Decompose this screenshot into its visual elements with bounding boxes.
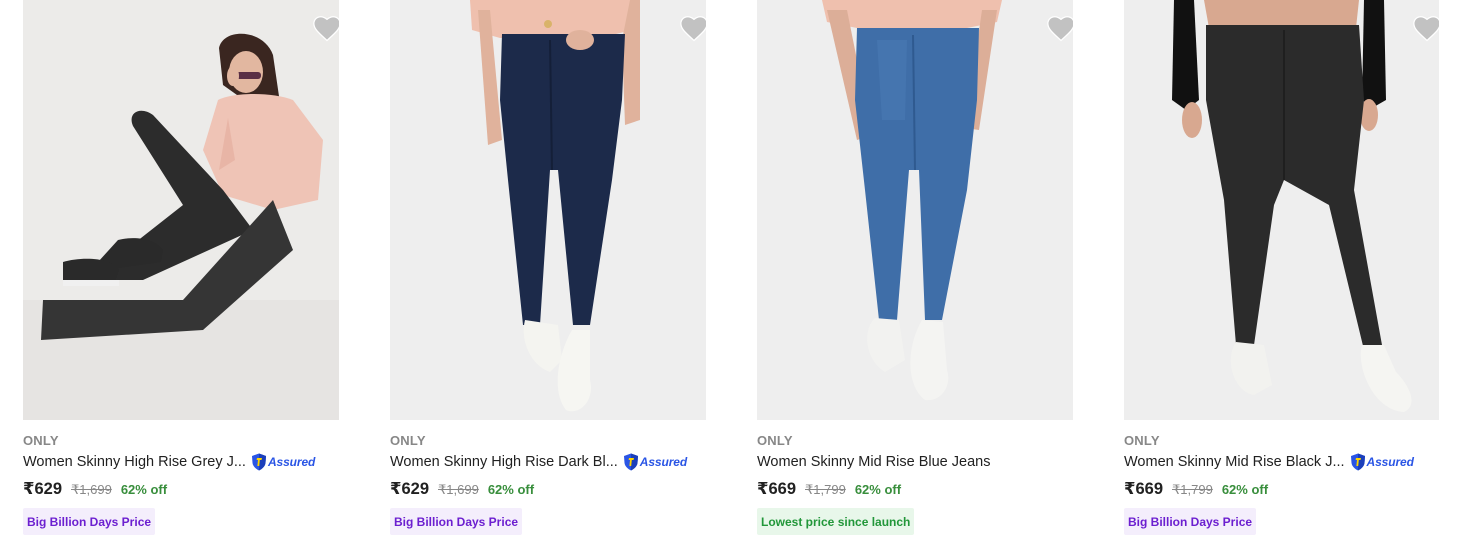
- assured-label: Assured: [639, 455, 688, 469]
- product-title-row[interactable]: Women Skinny Mid Rise Black J... Assured: [1124, 452, 1414, 472]
- product-card[interactable]: ONLY Women Skinny High Rise Dark Bl... A…: [390, 0, 706, 544]
- assured-badge: Assured: [1350, 452, 1414, 472]
- product-card[interactable]: ONLY Women Skinny High Rise Grey J... As…: [23, 0, 339, 544]
- product-title-row[interactable]: Women Skinny High Rise Dark Bl... Assure…: [390, 452, 687, 472]
- selling-price: ₹669: [1124, 480, 1164, 498]
- selling-price: ₹629: [390, 480, 430, 498]
- product-title[interactable]: Women Skinny High Rise Dark Bl...: [390, 454, 618, 470]
- assured-badge: Assured: [251, 452, 315, 472]
- discount-percent: 62% off: [854, 482, 902, 497]
- product-title-row[interactable]: Women Skinny High Rise Grey J... Assured: [23, 452, 315, 472]
- offer-tag: Big Billion Days Price: [23, 508, 156, 535]
- assured-label: Assured: [267, 455, 316, 469]
- offer-tag: Big Billion Days Price: [1124, 508, 1257, 535]
- price-row: ₹629 ₹1,699 62% off: [23, 479, 167, 499]
- product-image[interactable]: [757, 0, 1073, 420]
- price-row: ₹669 ₹1,799 62% off: [757, 479, 901, 499]
- selling-price: ₹629: [23, 480, 63, 498]
- product-brand: ONLY: [23, 433, 59, 448]
- assured-badge: Assured: [623, 452, 687, 472]
- product-title[interactable]: Women Skinny Mid Rise Blue Jeans: [757, 454, 990, 470]
- product-brand: ONLY: [757, 433, 793, 448]
- wishlist-button[interactable]: [1412, 14, 1439, 42]
- product-photo: [390, 0, 706, 420]
- product-photo: [23, 0, 339, 420]
- heart-icon: [1413, 16, 1439, 42]
- product-card[interactable]: ONLY Women Skinny Mid Rise Black J... As…: [1124, 0, 1439, 544]
- wishlist-button[interactable]: [1046, 14, 1073, 42]
- product-brand: ONLY: [1124, 433, 1160, 448]
- discount-percent: 62% off: [487, 482, 535, 497]
- original-price: ₹1,699: [438, 482, 479, 497]
- product-image[interactable]: [1124, 0, 1439, 420]
- heart-icon: [313, 16, 339, 42]
- original-price: ₹1,699: [71, 482, 112, 497]
- shield-icon: [1350, 453, 1365, 471]
- discount-percent: 62% off: [1221, 482, 1269, 497]
- selling-price: ₹669: [757, 480, 797, 498]
- wishlist-button[interactable]: [679, 14, 706, 42]
- discount-percent: 62% off: [120, 482, 168, 497]
- product-brand: ONLY: [390, 433, 426, 448]
- offer-tag: Big Billion Days Price: [390, 508, 523, 535]
- shield-icon: [623, 453, 638, 471]
- product-image[interactable]: [23, 0, 339, 420]
- price-row: ₹629 ₹1,699 62% off: [390, 479, 534, 499]
- wishlist-button[interactable]: [312, 14, 339, 42]
- heart-icon: [680, 16, 706, 42]
- original-price: ₹1,799: [805, 482, 846, 497]
- product-photo: [1124, 0, 1439, 420]
- product-title[interactable]: Women Skinny Mid Rise Black J...: [1124, 454, 1345, 470]
- product-title[interactable]: Women Skinny High Rise Grey J...: [23, 454, 246, 470]
- shield-icon: [251, 453, 266, 471]
- product-card[interactable]: ONLY Women Skinny Mid Rise Blue Jeans ₹6…: [757, 0, 1073, 544]
- offer-tag: Lowest price since launch: [757, 508, 915, 535]
- original-price: ₹1,799: [1172, 482, 1213, 497]
- product-image[interactable]: [390, 0, 706, 420]
- heart-icon: [1047, 16, 1073, 42]
- price-row: ₹669 ₹1,799 62% off: [1124, 479, 1268, 499]
- product-title-row[interactable]: Women Skinny Mid Rise Blue Jeans: [757, 452, 990, 472]
- assured-label: Assured: [1366, 455, 1414, 469]
- product-photo: [757, 0, 1073, 420]
